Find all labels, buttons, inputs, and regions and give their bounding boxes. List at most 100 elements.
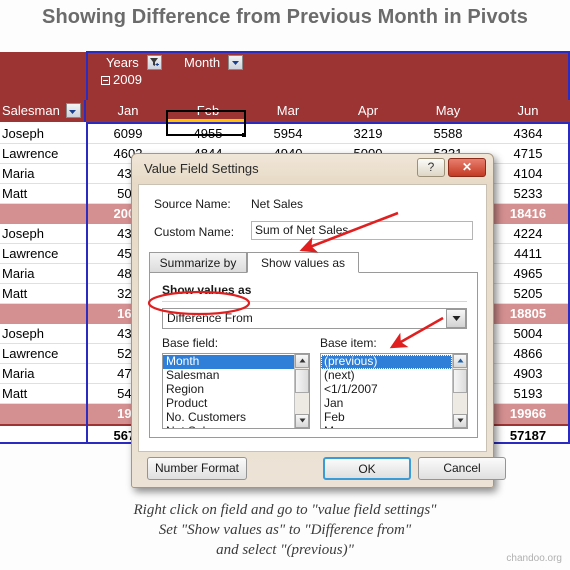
table-cell[interactable]: 6099 xyxy=(88,124,168,144)
table-cell[interactable]: 18805 xyxy=(488,304,568,324)
value-field-settings-dialog: Value Field Settings ? ✕ Source Name: Ne… xyxy=(131,153,506,488)
chevron-down-icon[interactable] xyxy=(228,55,243,70)
custom-name-label: Custom Name: xyxy=(154,225,235,239)
year-collapse-toggle[interactable] xyxy=(101,76,110,85)
table-cell[interactable]: 4903 xyxy=(488,364,568,384)
row-label xyxy=(2,204,84,224)
row-label: Maria xyxy=(2,166,35,181)
custom-name-field[interactable]: Sum of Net Sales xyxy=(251,221,473,240)
table-cell[interactable]: 4364 xyxy=(488,124,568,144)
row-label: Lawrence xyxy=(2,346,59,361)
scroll-down-icon[interactable] xyxy=(453,414,467,428)
close-icon[interactable]: ✕ xyxy=(448,158,486,177)
show-values-as-dropdown[interactable]: Difference From xyxy=(162,308,467,329)
row-label xyxy=(2,404,84,424)
base-item-scrollbar[interactable] xyxy=(452,354,467,428)
pivot-top-border xyxy=(86,51,570,53)
table-cell[interactable]: 4866 xyxy=(488,344,568,364)
row-label: Lawrence xyxy=(2,146,59,161)
row-label: Joseph xyxy=(2,326,44,341)
row-label: Joseph xyxy=(2,126,44,141)
base-field-scrollbar[interactable] xyxy=(294,354,309,428)
dialog-tabstrip: Summarize by Show values as xyxy=(149,252,478,273)
scrollbar-thumb[interactable] xyxy=(295,369,309,393)
scroll-up-icon[interactable] xyxy=(453,354,467,368)
table-cell[interactable]: 19966 xyxy=(488,404,568,424)
tab-show-values-as[interactable]: Show values as xyxy=(247,252,359,273)
table-cell[interactable]: 4715 xyxy=(488,144,568,164)
base-item-listbox[interactable]: (previous)(next)<1/1/2007JanFebMar xyxy=(320,353,468,429)
pivot-left-vertical-border xyxy=(86,124,88,444)
table-cell[interactable]: 5233 xyxy=(488,184,568,204)
base-field-list-items: MonthSalesmanRegionProductNo. CustomersN… xyxy=(163,355,294,429)
page-title: Showing Difference from Previous Month i… xyxy=(42,6,528,28)
pivot-column-header-jun[interactable]: Jun xyxy=(488,100,568,122)
screenshot-root: Showing Difference from Previous Month i… xyxy=(0,0,570,570)
table-cell[interactable]: 5004 xyxy=(488,324,568,344)
show-values-as-heading: Show values as xyxy=(162,283,252,297)
selected-column-underline xyxy=(166,119,246,122)
pivot-filter-years-label: Years xyxy=(106,55,139,70)
scroll-up-icon[interactable] xyxy=(295,354,309,368)
list-item[interactable]: (next) xyxy=(321,369,452,383)
list-item[interactable]: Salesman xyxy=(163,369,294,383)
table-cell[interactable]: 5588 xyxy=(408,124,488,144)
pivot-corner-band xyxy=(0,52,88,100)
list-item[interactable]: Product xyxy=(163,397,294,411)
list-item[interactable]: Feb xyxy=(321,411,452,425)
table-cell[interactable]: 5193 xyxy=(488,384,568,404)
table-cell[interactable]: 5954 xyxy=(248,124,328,144)
base-field-listbox[interactable]: MonthSalesmanRegionProductNo. CustomersN… xyxy=(162,353,310,429)
table-cell[interactable]: 4411 xyxy=(488,244,568,264)
list-item[interactable]: Month xyxy=(163,355,294,369)
scrollbar-thumb[interactable] xyxy=(453,369,467,393)
row-label xyxy=(2,304,84,324)
table-cell[interactable]: 4104 xyxy=(488,164,568,184)
cancel-button[interactable]: Cancel xyxy=(418,457,506,480)
table-cell[interactable]: 4965 xyxy=(488,264,568,284)
filter-funnel-icon[interactable] xyxy=(147,55,162,70)
caption: Right click on field and go to "value fi… xyxy=(0,500,570,560)
caption-line-3: and select "(previous)" xyxy=(216,542,354,558)
list-item[interactable]: Net Sales xyxy=(163,425,294,429)
pivot-column-header-may[interactable]: May xyxy=(408,100,488,122)
row-label: Matt xyxy=(2,386,28,401)
pivot-column-header-apr[interactable]: Apr xyxy=(328,100,408,122)
ok-button[interactable]: OK xyxy=(323,457,411,480)
table-cell[interactable]: 5205 xyxy=(488,284,568,304)
table-cell[interactable]: 4955 xyxy=(168,124,248,144)
list-item[interactable]: Region xyxy=(163,383,294,397)
divider xyxy=(162,301,467,302)
salesman-filter-chevron-down-icon[interactable] xyxy=(66,103,81,118)
caption-line-2: Set "Show values as" to "Difference from… xyxy=(158,522,412,538)
pivot-filter-month-label: Month xyxy=(184,55,221,70)
row-label: Lawrence xyxy=(2,246,59,261)
table-cell[interactable]: 57187 xyxy=(488,426,568,446)
base-field-label: Base field: xyxy=(162,336,219,350)
base-item-label: Base item: xyxy=(320,336,377,350)
row-label: Maria xyxy=(2,266,35,281)
source-name-label: Source Name: xyxy=(154,197,231,211)
source-name-value: Net Sales xyxy=(251,197,304,211)
tab-summarize-by[interactable]: Summarize by xyxy=(149,252,247,273)
base-item-list-items: (previous)(next)<1/1/2007JanFebMar xyxy=(321,355,452,429)
number-format-button[interactable]: Number Format xyxy=(147,457,247,480)
selected-cell-fill-handle[interactable] xyxy=(242,133,246,137)
list-item[interactable]: <1/1/2007 xyxy=(321,383,452,397)
list-item[interactable]: Mar xyxy=(321,425,452,429)
list-item[interactable]: Jan xyxy=(321,397,452,411)
list-item[interactable]: No. Customers xyxy=(163,411,294,425)
row-label: Joseph xyxy=(2,226,44,241)
pivot-column-header-jan[interactable]: Jan xyxy=(88,100,168,122)
table-cell[interactable]: 4224 xyxy=(488,224,568,244)
dialog-content-panel: Source Name: Net Sales Custom Name: Sum … xyxy=(138,184,487,452)
help-icon[interactable]: ? xyxy=(417,158,445,177)
table-cell[interactable]: 18416 xyxy=(488,204,568,224)
row-label: Matt xyxy=(2,286,28,301)
pivot-column-header-mar[interactable]: Mar xyxy=(248,100,328,122)
row-label: Maria xyxy=(2,366,35,381)
scroll-down-icon[interactable] xyxy=(295,414,309,428)
chevron-down-icon[interactable] xyxy=(446,309,466,328)
table-cell[interactable]: 3219 xyxy=(328,124,408,144)
list-item[interactable]: (previous) xyxy=(321,355,452,369)
